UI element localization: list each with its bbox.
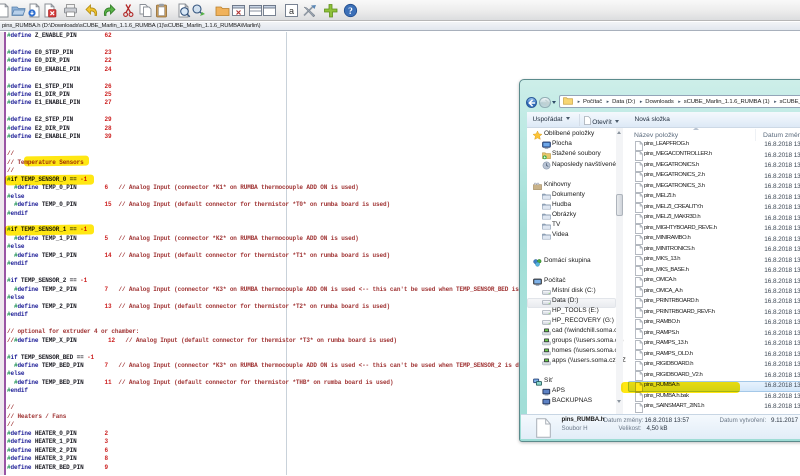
svg-text:a: a xyxy=(289,6,294,16)
svg-text:?: ? xyxy=(348,7,353,17)
